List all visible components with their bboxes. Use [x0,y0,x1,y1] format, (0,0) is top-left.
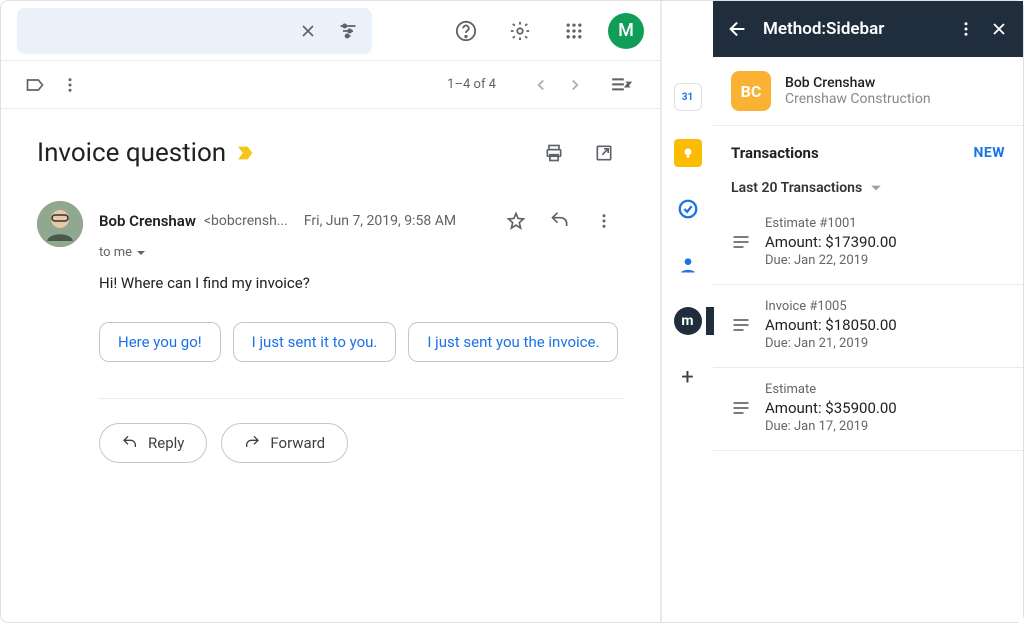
tasks-addon-icon[interactable] [674,195,702,223]
sidebar-more-icon[interactable] [957,20,975,38]
transaction-icon [731,315,751,335]
email-date: Fri, Jun 7, 2019, 9:58 AM [304,213,456,229]
transaction-item[interactable]: Estimate Amount: $35900.00 Due: Jan 17, … [713,368,1023,451]
transaction-due: Due: Jan 17, 2019 [765,419,1005,434]
method-addon-icon[interactable]: m [674,307,702,335]
more-icon[interactable] [61,76,79,94]
method-sidebar: Method:Sidebar BC Bob Crenshaw Crenshaw … [713,1,1023,622]
transactions-filter[interactable]: Last 20 Transactions [713,170,1023,202]
back-icon[interactable] [727,18,749,40]
contact-company: Crenshaw Construction [785,91,931,107]
transaction-title: Estimate #1001 [765,216,1005,231]
search-box[interactable] [17,8,372,54]
transaction-due: Due: Jan 22, 2019 [765,253,1005,268]
transaction-amount: Amount: $17390.00 [765,233,1005,251]
email-subject: Invoice question [37,138,226,168]
clear-search-icon[interactable] [296,19,320,43]
gmail-pane: M 1–4 of 4 Invoice question [1,1,661,622]
smart-reply-row: Here you go! I just sent it to you. I ju… [99,322,624,362]
divider [99,398,624,399]
next-page-icon[interactable] [566,76,584,94]
transaction-icon [731,398,751,418]
close-icon[interactable] [989,19,1009,39]
transaction-title: Invoice #1005 [765,299,1005,314]
reply-button[interactable]: Reply [99,423,207,463]
forward-button[interactable]: Forward [221,423,348,463]
transaction-item[interactable]: Invoice #1005 Amount: $18050.00 Due: Jan… [713,285,1023,368]
smart-reply-chip[interactable]: I just sent it to you. [233,322,397,362]
calendar-addon-icon[interactable]: 31 [674,83,702,111]
transaction-icon [731,232,751,252]
smart-reply-chip[interactable]: I just sent you the invoice. [408,322,618,362]
transaction-amount: Amount: $35900.00 [765,399,1005,417]
reply-icon[interactable] [540,201,580,241]
gmail-header: M [1,1,660,61]
pager-text: 1–4 of 4 [447,77,496,92]
email-body-text: Hi! Where can I find my invoice? [99,274,624,292]
label-icon[interactable] [25,75,45,95]
transactions-heading: Transactions [731,144,819,162]
contact-avatar: BC [731,71,771,111]
sender-name: Bob Crenshaw [99,212,196,230]
email-toolbar: 1–4 of 4 [1,61,660,109]
recipient-line[interactable]: to me [99,245,624,260]
contact-name: Bob Crenshaw [785,75,931,91]
smart-reply-chip[interactable]: Here you go! [99,322,221,362]
transaction-due: Due: Jan 21, 2019 [765,336,1005,351]
new-transaction-button[interactable]: NEW [973,145,1005,161]
help-icon[interactable] [446,11,486,51]
settings-icon[interactable] [500,11,540,51]
transaction-item[interactable]: Estimate #1001 Amount: $17390.00 Due: Ja… [713,202,1023,285]
apps-icon[interactable] [554,11,594,51]
more-icon[interactable] [584,201,624,241]
transaction-title: Estimate [765,382,1005,397]
add-addon-icon[interactable]: + [674,363,702,391]
email-body-area: Invoice question [1,109,660,622]
print-icon[interactable] [534,133,574,173]
important-marker-icon[interactable] [236,145,256,161]
transaction-amount: Amount: $18050.00 [765,316,1005,334]
sidebar-header: Method:Sidebar [713,1,1023,57]
contacts-addon-icon[interactable] [674,251,702,279]
star-icon[interactable] [496,201,536,241]
search-options-icon[interactable] [336,19,360,43]
account-avatar[interactable]: M [608,13,644,49]
contact-card[interactable]: BC Bob Crenshaw Crenshaw Construction [713,57,1023,126]
prev-page-icon[interactable] [532,76,550,94]
sender-avatar[interactable] [37,201,83,247]
addon-rail: 31 m + [661,1,713,622]
sidebar-title: Method:Sidebar [763,19,943,39]
keep-addon-icon[interactable] [674,139,702,167]
density-icon[interactable] [610,75,636,95]
sender-email: <bobcrensh... [204,213,288,229]
open-new-window-icon[interactable] [584,133,624,173]
